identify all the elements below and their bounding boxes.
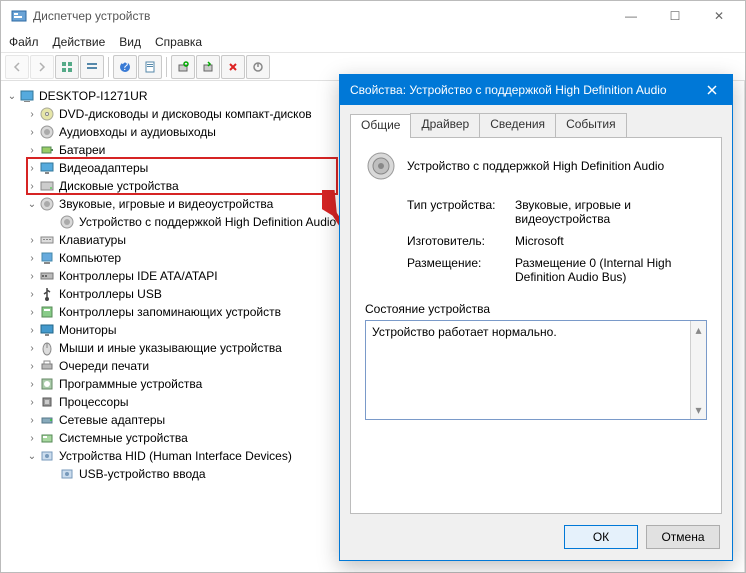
app-icon: [11, 8, 27, 24]
computer-icon: [19, 88, 35, 104]
speaker-icon: [59, 214, 75, 230]
menu-action[interactable]: Действие: [53, 35, 106, 49]
menu-help[interactable]: Справка: [155, 35, 202, 49]
keyboard-icon: [39, 232, 55, 248]
tab-panel-general: Устройство с поддержкой High Definition …: [350, 137, 722, 514]
monitor-icon: [39, 322, 55, 338]
storage-icon: [39, 304, 55, 320]
dialog-close-button[interactable]: [692, 75, 732, 105]
tab-details[interactable]: Сведения: [479, 113, 556, 137]
ok-button[interactable]: ОК: [564, 525, 638, 549]
window-title: Диспетчер устройств: [33, 9, 609, 23]
net-icon: [39, 412, 55, 428]
dialog-tabs: Общие Драйвер Сведения События: [350, 113, 722, 137]
speaker-icon: [39, 196, 55, 212]
speaker-icon: [39, 124, 55, 140]
disc-icon: [39, 106, 55, 122]
ide-icon: [39, 268, 55, 284]
speaker-icon: [365, 150, 397, 182]
loc-value: Размещение 0 (Internal High Definition A…: [515, 256, 707, 284]
titlebar: Диспетчер устройств — ☐ ✕: [1, 1, 745, 31]
tab-general[interactable]: Общие: [350, 114, 411, 138]
usb-icon: [39, 286, 55, 302]
device-name: Устройство с поддержкой High Definition …: [407, 159, 664, 173]
hdd-icon: [39, 178, 55, 194]
status-scrollbar[interactable]: ▴▾: [690, 321, 706, 419]
uninstall-button[interactable]: [221, 55, 245, 79]
status-box: Устройство работает нормально. ▴▾: [365, 320, 707, 420]
minimize-button[interactable]: —: [609, 1, 653, 31]
close-button[interactable]: ✕: [697, 1, 741, 31]
hid-icon: [39, 448, 55, 464]
back-button[interactable]: [5, 55, 29, 79]
properties-button[interactable]: [138, 55, 162, 79]
menubar: Файл Действие Вид Справка: [1, 31, 745, 53]
svg-text:?: ?: [122, 61, 129, 73]
mfr-value: Microsoft: [515, 234, 707, 248]
menu-file[interactable]: Файл: [9, 35, 39, 49]
mfr-label: Изготовитель:: [407, 234, 507, 248]
tab-events[interactable]: События: [555, 113, 627, 137]
maximize-button[interactable]: ☐: [653, 1, 697, 31]
tab-driver[interactable]: Драйвер: [410, 113, 480, 137]
menu-view[interactable]: Вид: [119, 35, 141, 49]
display-icon: [39, 160, 55, 176]
scan-button[interactable]: [171, 55, 195, 79]
disable-button[interactable]: [246, 55, 270, 79]
grid-button[interactable]: [55, 55, 79, 79]
dialog-titlebar[interactable]: Свойства: Устройство с поддержкой High D…: [340, 75, 732, 105]
printer-icon: [39, 358, 55, 374]
forward-button[interactable]: [30, 55, 54, 79]
cpu-icon: [39, 394, 55, 410]
system-icon: [39, 430, 55, 446]
battery-icon: [39, 142, 55, 158]
properties-dialog: Свойства: Устройство с поддержкой High D…: [339, 74, 733, 561]
computer-icon: [39, 250, 55, 266]
soft-icon: [39, 376, 55, 392]
dialog-title: Свойства: Устройство с поддержкой High D…: [350, 83, 692, 97]
loc-label: Размещение:: [407, 256, 507, 284]
list-button[interactable]: [80, 55, 104, 79]
status-label: Состояние устройства: [365, 302, 707, 316]
type-value: Звуковые, игровые и видеоустройства: [515, 198, 707, 226]
update-button[interactable]: [196, 55, 220, 79]
hid-icon: [59, 466, 75, 482]
status-text: Устройство работает нормально.: [372, 325, 557, 339]
help-button[interactable]: ?: [113, 55, 137, 79]
mouse-icon: [39, 340, 55, 356]
cancel-button[interactable]: Отмена: [646, 525, 720, 549]
type-label: Тип устройства:: [407, 198, 507, 226]
